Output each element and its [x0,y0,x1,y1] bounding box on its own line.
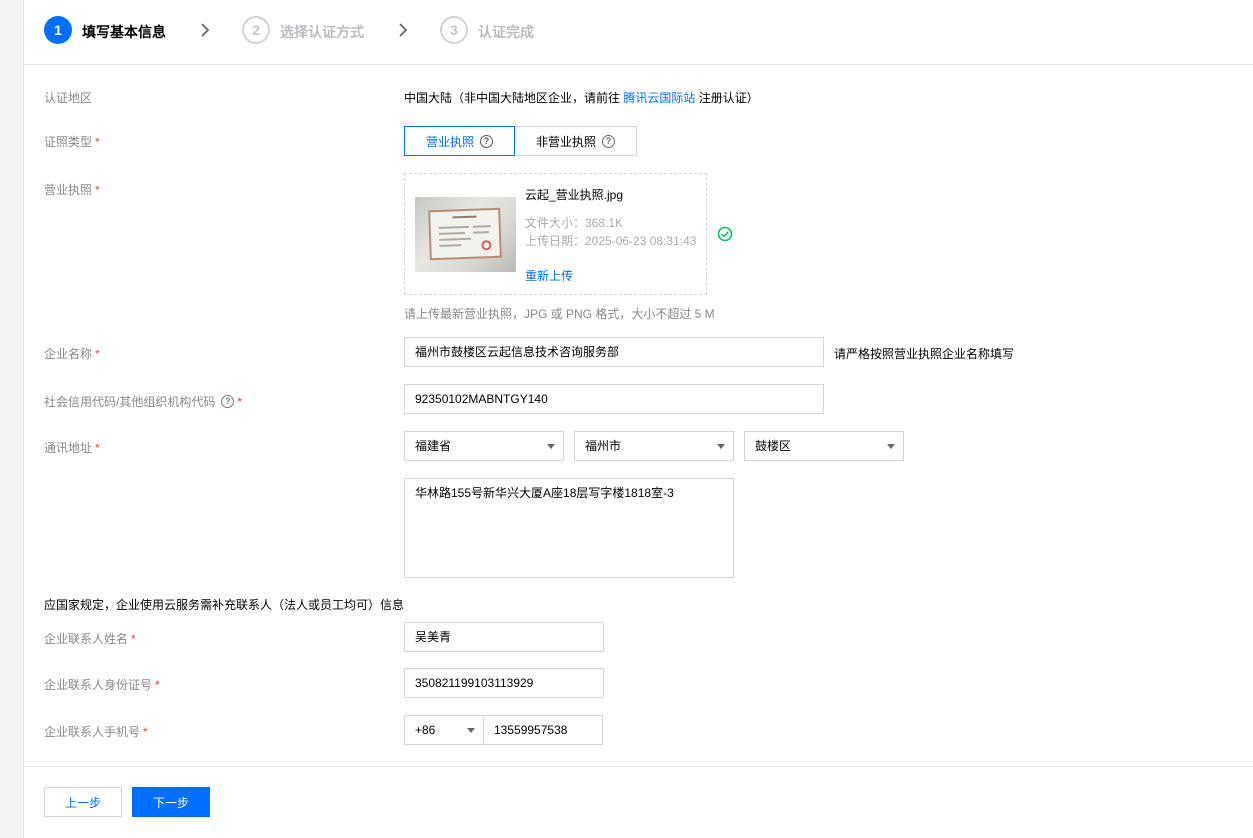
license-label: 营业执照 * [44,183,100,197]
province-select[interactable]: 福建省 [404,431,564,461]
help-icon[interactable]: ? [480,134,493,148]
step-2-label: 选择认证方式 [280,24,364,40]
license-thumbnail [415,197,516,272]
district-select[interactable]: 鼓楼区 [744,431,904,461]
header-divider [24,64,1253,65]
contact-id-input[interactable]: 350821199103113929 [404,668,604,698]
region-text: 中国大陆（非中国大陆地区企业，请前往 [404,91,624,105]
left-sidebar-strip [0,0,24,838]
region-value: 中国大陆（非中国大陆地区企业，请前往 腾讯云国际站 注册认证） [404,89,759,106]
license-type-business-option[interactable]: 营业执照? [404,126,515,156]
caret-down-icon [717,444,725,449]
next-step-button[interactable]: 下一步 [132,787,210,817]
step-3-label: 认证完成 [478,24,534,40]
caret-down-icon [547,444,555,449]
step-2-circle: 2 [242,16,270,44]
caret-down-icon [887,444,895,449]
company-name-input[interactable]: 福州市鼓楼区云起信息技术咨询服务部 [404,337,824,367]
file-name: 云起_营业执照.jpg [525,188,624,202]
region-label: 认证地区 [44,91,93,105]
credit-code-label: 社会信用代码/其他组织机构代码? * [44,394,243,410]
company-name-label: 企业名称 * [44,347,100,361]
step-1-circle: 1 [44,16,72,44]
help-icon[interactable]: ? [221,395,235,408]
option-label: 非营业执照 [535,134,596,149]
chevron-right-icon [201,23,210,37]
upload-date: 上传日期：2025-06-23 08:31:43 [525,234,697,248]
license-type-nonbusiness-option[interactable]: 非营业执照? [514,126,637,156]
address-label: 通讯地址 * [44,441,100,455]
contact-id-label: 企业联系人身份证号 * [44,678,160,692]
license-type-label: 证照类型 * [44,135,100,149]
phone-country-code-select[interactable]: +86 [404,715,484,745]
contact-phone-input[interactable]: 13559957538 [483,715,603,745]
reupload-link[interactable]: 重新上传 [525,267,573,284]
step-1-label: 填写基本信息 [82,24,166,40]
region-text-suffix: 注册认证） [695,91,759,105]
certificate-image [428,207,502,261]
international-site-link[interactable]: 腾讯云国际站 [623,91,695,105]
footer-divider [24,766,1253,767]
option-label: 营业执照 [425,134,474,149]
chevron-right-icon [399,23,408,37]
credit-code-input[interactable]: 92350102MABNTGY140 [404,384,824,414]
contact-name-input[interactable]: 吴美青 [404,622,604,652]
contact-notice: 应国家规定，企业使用云服务需补充联系人（法人或员工均可）信息 [44,598,405,612]
success-check-icon [717,226,733,242]
city-select[interactable]: 福州市 [574,431,734,461]
contact-name-label: 企业联系人姓名 * [44,632,136,646]
company-name-hint: 请严格按照营业执照企业名称填写 [834,347,1015,361]
license-upload-box[interactable]: 云起_营业执照.jpg 文件大小：368.1K 上传日期：2025-06-23 … [404,173,707,295]
prev-step-button[interactable]: 上一步 [44,787,122,817]
help-icon[interactable]: ? [602,134,615,148]
license-hint: 请上传最新营业执照，JPG 或 PNG 格式，大小不超过 5 M [404,307,715,321]
step-3-circle: 3 [440,16,468,44]
contact-phone-label: 企业联系人手机号 * [44,725,148,739]
address-detail-textarea[interactable]: 华林路155号新华兴大厦A座18层写字楼1818室-3 [404,478,734,578]
caret-down-icon [467,728,475,733]
file-size: 文件大小：368.1K [525,216,624,230]
